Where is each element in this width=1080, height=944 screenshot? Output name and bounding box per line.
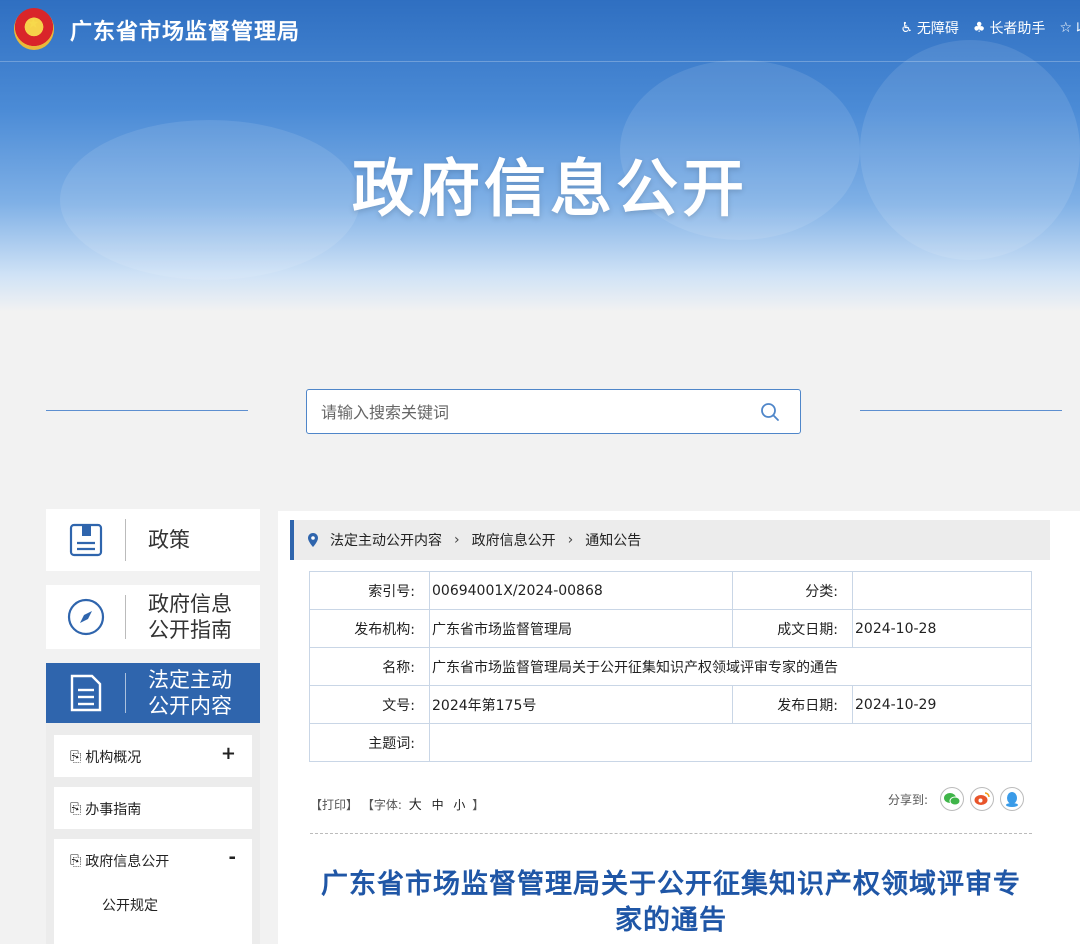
font-large-button[interactable]: 大 — [409, 798, 422, 813]
meta-label: 名称: — [309, 647, 430, 686]
chevron-right-icon: › — [454, 532, 460, 548]
search-divider-right — [860, 410, 1062, 411]
top-bar: ★ 广东省市场监督管理局 ♿ 无障碍 ♣ 长者助手 ☆ 收 — [0, 0, 1080, 62]
meta-value — [429, 723, 1032, 762]
meta-label: 发布机构: — [309, 609, 430, 648]
meta-value: 2024-10-29 — [852, 685, 1032, 724]
search-divider-left — [46, 410, 248, 411]
print-button[interactable]: 【打印】 — [310, 798, 358, 812]
compass-icon — [46, 585, 126, 649]
breadcrumb-item[interactable]: 法定主动公开内容 — [330, 530, 442, 550]
sidebar-card-label: 政策 — [148, 528, 190, 552]
page-icon: ⎘ — [70, 853, 82, 869]
meta-value: 广东省市场监督管理局 — [429, 609, 733, 648]
search-input[interactable] — [321, 401, 741, 423]
meta-value — [852, 571, 1032, 610]
sidebar-list: ⎘ 机构概况 + ⎘ 办事指南 ⎘ 政府信息公开 - 公开规定 — [46, 723, 260, 944]
sidebar-card-guide[interactable]: 政府信息 公开指南 — [46, 585, 260, 649]
sidebar-item-org-overview[interactable]: ⎘ 机构概况 + — [54, 735, 252, 777]
meta-label: 分类: — [732, 571, 853, 610]
expand-toggle[interactable]: + — [221, 743, 236, 764]
page-icon: ⎘ — [70, 801, 82, 817]
meta-label: 成文日期: — [732, 609, 853, 648]
sidebar-item-service-guide[interactable]: ⎘ 办事指南 — [54, 787, 252, 829]
banner-title: 政府信息公开 — [351, 152, 748, 225]
breadcrumb-item[interactable]: 通知公告 — [585, 530, 641, 550]
document-icon — [46, 663, 126, 723]
font-small-button[interactable]: 小 — [453, 798, 465, 812]
font-medium-button[interactable]: 中 — [432, 798, 444, 812]
metadata-table: 索引号: 00694001X/2024-00868 分类: 发布机构: 广东省市… — [309, 571, 1032, 762]
elder-assist-button[interactable]: ♣ 长者助手 — [973, 18, 1046, 38]
font-size-label-end: 】 — [472, 798, 485, 812]
meta-value: 00694001X/2024-00868 — [429, 571, 733, 610]
location-pin-icon — [308, 533, 318, 547]
chevron-right-icon: › — [567, 532, 574, 548]
header-banner: ★ 广东省市场监督管理局 ♿ 无障碍 ♣ 长者助手 ☆ 收 政府信息公开 — [0, 0, 1080, 312]
breadcrumb-item[interactable]: 政府信息公开 — [472, 530, 556, 550]
sidebar-item-gov-info[interactable]: ⎘ 政府信息公开 - 公开规定 — [54, 839, 252, 944]
meta-value: 广东省市场监督管理局关于公开征集知识产权领域评审专家的通告 — [429, 647, 1032, 686]
header-toolbar: ♿ 无障碍 ♣ 长者助手 ☆ 收 — [900, 18, 1080, 38]
elder-assist-icon: ♣ — [972, 20, 986, 36]
page-icon: ⎘ — [70, 749, 82, 765]
article-tools: 【打印】 【字体: 大 中 小 】 分享到: — [310, 787, 1032, 817]
collapse-toggle[interactable]: - — [229, 847, 236, 868]
site-title[interactable]: 广东省市场监督管理局 — [70, 14, 300, 46]
favorite-button[interactable]: ☆ 收 — [1059, 18, 1080, 38]
divider — [310, 833, 1032, 834]
book-icon — [46, 509, 126, 571]
meta-value: 2024-10-28 — [852, 609, 1032, 648]
article-title: 广东省市场监督管理局关于公开征集知识产权领域评审专 家的通告 — [321, 869, 1021, 936]
sidebar-card-label: 法定主动 公开内容 — [148, 668, 232, 718]
meta-value: 2024年第175号 — [429, 685, 733, 724]
qq-share-icon[interactable] — [1000, 787, 1024, 811]
national-emblem-icon: ★ — [14, 8, 54, 50]
meta-label: 发布日期: — [732, 685, 853, 724]
meta-label: 索引号: — [309, 571, 430, 610]
sidebar-subitem-rules[interactable]: 公开规定 — [102, 895, 158, 915]
sidebar-card-policy[interactable]: 政策 — [46, 509, 260, 571]
star-icon: ☆ — [1059, 20, 1072, 36]
meta-label: 主题词: — [309, 723, 430, 762]
search-box — [306, 389, 801, 434]
font-size-label: 【字体: — [361, 798, 402, 812]
main-panel: 政策 政府信息 公开指南 法定主动 公开内容 ⎘机构概况 + ⎘办 — [14, 313, 1080, 944]
share-label: 分享到: — [887, 792, 928, 807]
sidebar-card-label: 政府信息 公开指南 — [148, 592, 232, 642]
wechat-share-icon[interactable] — [940, 787, 964, 811]
content-area: 法定主动公开内容 › 政府信息公开 › 通知公告 索引号: 00694001X/… — [278, 511, 1080, 944]
accessibility-button[interactable]: ♿ 无障碍 — [900, 18, 959, 38]
weibo-share-icon[interactable] — [970, 787, 994, 811]
breadcrumb: 法定主动公开内容 › 政府信息公开 › 通知公告 — [290, 520, 1050, 560]
meta-label: 文号: — [309, 685, 430, 724]
accessibility-icon: ♿ — [900, 20, 913, 36]
sidebar-card-statutory[interactable]: 法定主动 公开内容 — [46, 663, 260, 723]
search-icon[interactable] — [760, 402, 780, 422]
